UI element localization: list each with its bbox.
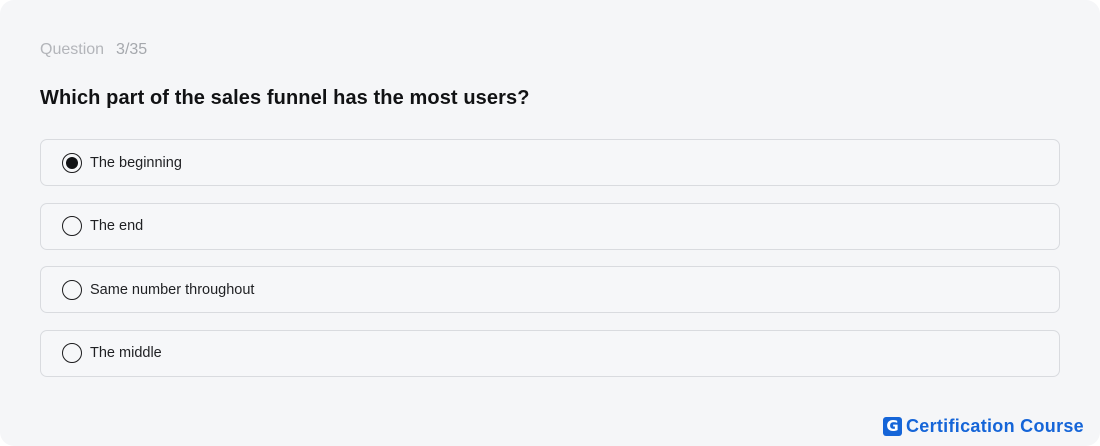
answer-label: The beginning xyxy=(90,154,182,171)
brand-logo: G Certification Course xyxy=(882,416,1084,437)
radio-selected-dot xyxy=(66,156,78,169)
answer-option-beginning[interactable]: The beginning xyxy=(40,139,1060,186)
answer-option-same-number[interactable]: Same number throughout xyxy=(40,266,1060,313)
question-number: 3/35 xyxy=(116,41,148,58)
radio-button[interactable] xyxy=(62,216,82,236)
answer-option-end[interactable]: The end xyxy=(40,202,1060,250)
answer-option-middle[interactable]: The middle xyxy=(40,329,1060,377)
question-text: Which part of the sales funnel has the m… xyxy=(40,87,530,109)
question-counter: Question 3/35 xyxy=(40,40,147,60)
g-logo-icon: G xyxy=(882,417,902,436)
answer-label: The end xyxy=(90,218,144,234)
question-label: Question xyxy=(40,41,105,58)
answer-options: The beginning The end Same number throug… xyxy=(40,139,1060,393)
answer-label: The middle xyxy=(90,345,162,361)
quiz-card: Question 3/35 Which part of the sales fu… xyxy=(0,0,1100,446)
radio-button[interactable] xyxy=(62,279,82,300)
answer-label: Same number throughout xyxy=(90,281,255,298)
radio-button[interactable] xyxy=(62,152,82,173)
radio-button[interactable] xyxy=(62,343,82,363)
brand-text: Certification Course xyxy=(905,416,1084,436)
